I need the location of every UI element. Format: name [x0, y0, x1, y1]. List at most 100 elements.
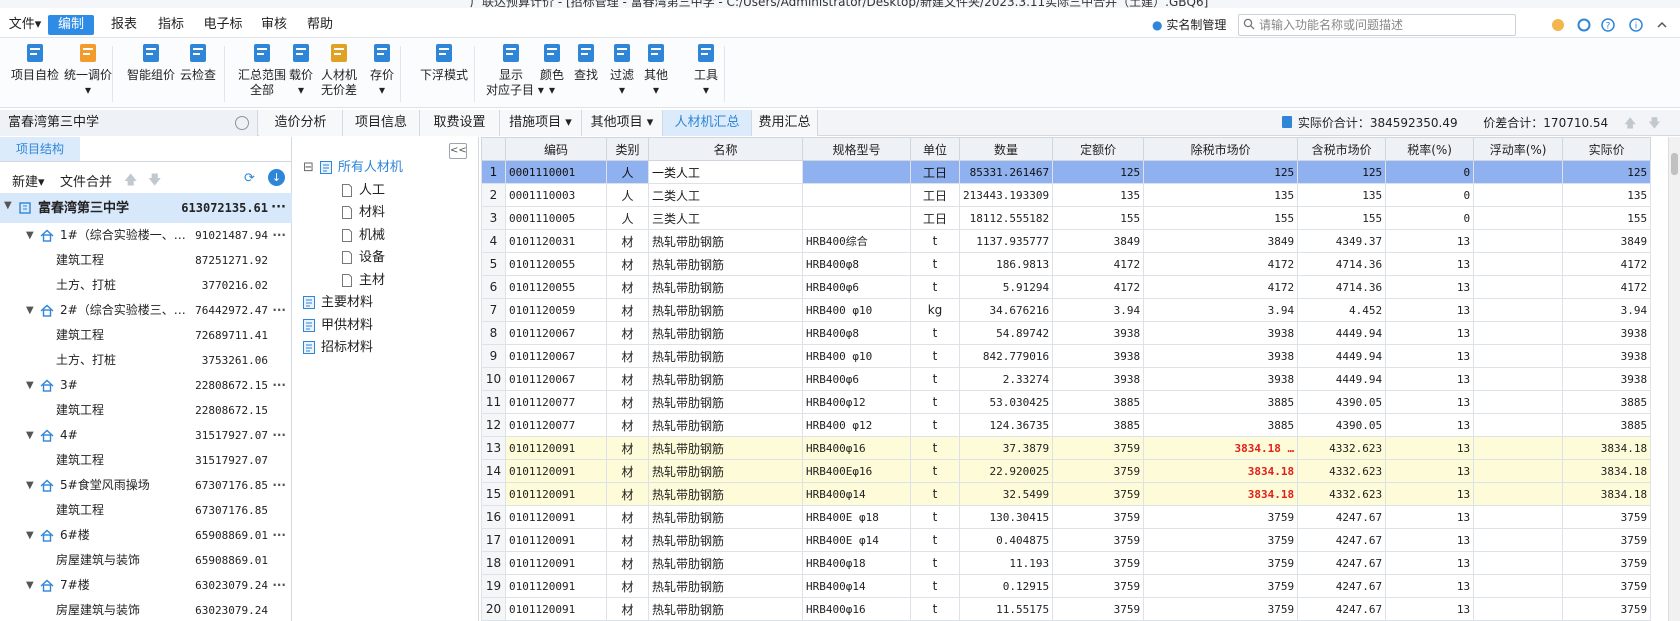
table-cell-unit[interactable]: t [910, 413, 960, 437]
table-cell-spec[interactable]: HRB400 φ10 [802, 298, 911, 322]
table-cell-unit[interactable]: 工日 [910, 206, 960, 230]
table-cell-actual[interactable]: 3759 [1562, 574, 1652, 598]
tab-view[interactable]: 项目信息 [343, 110, 420, 136]
ribbon-button[interactable]: 下浮模式 [414, 42, 474, 83]
table-cell-quota[interactable]: 3885 [1052, 390, 1145, 414]
table-row[interactable]: 11 0101120077 材热轧带肋钢筋 HRB400φ12 t 53.030425 38… [481, 390, 1652, 414]
table-cell-n[interactable]: 6 [481, 275, 506, 299]
table-cell-unit[interactable]: t [910, 321, 960, 345]
table-cell-actual[interactable]: 3834.18 [1562, 436, 1652, 460]
table-cell-extax[interactable]: 3759 [1143, 505, 1299, 529]
table-cell-qty[interactable]: 37.3879 [958, 436, 1054, 460]
table-cell-extax[interactable]: 3759 [1143, 574, 1299, 598]
table-cell-spec[interactable]: HRB400φ14 [802, 482, 911, 506]
category-item[interactable]: 招标材料 [303, 337, 373, 359]
table-cell-quota[interactable]: 4172 [1052, 252, 1145, 276]
update-icon[interactable] [1576, 17, 1592, 33]
table-cell-spec[interactable]: HRB400φ14 [802, 574, 911, 598]
table-cell-code[interactable]: 0101120031 [505, 229, 607, 253]
table-cell-quota[interactable]: 3759 [1052, 482, 1145, 506]
collapse-tree-icon[interactable]: ⊟ [303, 160, 314, 175]
table-cell-unit[interactable]: t [910, 574, 960, 598]
category-item[interactable]: 机械 [341, 225, 385, 247]
table-cell-extax[interactable]: 155 [1143, 206, 1299, 230]
ribbon-button[interactable]: 查找 [570, 42, 602, 83]
table-cell-float[interactable] [1473, 505, 1564, 529]
menu-item[interactable]: 电子标 [198, 15, 248, 35]
table-cell-code[interactable]: 0101120091 [505, 574, 607, 598]
table-cell-qty[interactable]: 213443.193309 [958, 183, 1054, 207]
table-cell-float[interactable] [1473, 275, 1564, 299]
table-row[interactable]: 17 0101120091 材热轧带肋钢筋 HRB400E φ14 t 0.404875 3… [481, 528, 1652, 552]
table-cell-extax[interactable]: 3834.18 [1143, 482, 1299, 506]
ribbon-button[interactable]: 人材机 无价差 [318, 42, 360, 98]
column-header[interactable]: 名称 [648, 137, 803, 161]
table-cell-intax[interactable]: 4332.623 [1297, 436, 1387, 460]
table-cell-spec[interactable] [802, 160, 911, 184]
table-cell-name[interactable]: 热轧带肋钢筋 [648, 436, 803, 460]
table-cell-quota[interactable]: 3938 [1052, 367, 1145, 391]
expand-icon[interactable] [1654, 17, 1670, 33]
table-cell-unit[interactable]: t [910, 597, 960, 621]
table-cell-qty[interactable]: 54.89742 [958, 321, 1054, 345]
table-cell-cat[interactable]: 材 [606, 528, 649, 552]
table-cell-n[interactable]: 7 [481, 298, 506, 322]
table-cell-actual[interactable]: 3759 [1562, 551, 1652, 575]
expand-arrow-icon[interactable]: ▼ [26, 473, 34, 498]
table-cell-n[interactable]: 16 [481, 505, 506, 529]
table-cell-quota[interactable]: 4172 [1052, 275, 1145, 299]
table-cell-cat[interactable]: 人 [606, 183, 649, 207]
table-cell-code[interactable]: 0101120091 [505, 459, 607, 483]
menu-item[interactable]: 报表 [104, 15, 144, 35]
table-cell-qty[interactable]: 34.676216 [958, 298, 1054, 322]
table-cell-name[interactable]: 热轧带肋钢筋 [648, 597, 803, 621]
table-cell-float[interactable] [1473, 321, 1564, 345]
tree-node[interactable]: 土方、打桩 3753261.06 [0, 348, 292, 373]
tree-node[interactable]: ▼ 7#楼 63023079.24 ··· [0, 573, 292, 598]
move-down-icon[interactable]: 🡇 [148, 171, 161, 193]
table-cell-spec[interactable]: HRB400φ6 [802, 275, 911, 299]
tree-node[interactable]: 建筑工程 87251271.92 [0, 248, 292, 273]
table-cell-extax[interactable]: 3885 [1143, 413, 1299, 437]
table-cell-rate[interactable]: 13 [1385, 321, 1475, 345]
table-cell-extax[interactable]: 3938 [1143, 367, 1299, 391]
table-cell-float[interactable] [1473, 252, 1564, 276]
category-item[interactable]: 主材 [341, 270, 385, 292]
table-cell-cat[interactable]: 材 [606, 275, 649, 299]
table-cell-n[interactable]: 2 [481, 183, 506, 207]
table-cell-unit[interactable]: 工日 [910, 160, 960, 184]
table-cell-quota[interactable]: 3759 [1052, 505, 1145, 529]
column-header[interactable]: 类别 [606, 137, 649, 161]
table-cell-rate[interactable]: 0 [1385, 160, 1475, 184]
more-icon[interactable]: ··· [272, 298, 286, 323]
table-cell-actual[interactable]: 3759 [1562, 505, 1652, 529]
table-row[interactable]: 19 0101120091 材热轧带肋钢筋 HRB400φ14 t 0.12915 3759… [481, 574, 1652, 598]
table-cell-spec[interactable] [802, 183, 911, 207]
table-cell-n[interactable]: 10 [481, 367, 506, 391]
table-cell-quota[interactable]: 3759 [1052, 574, 1145, 598]
expand-arrow-icon[interactable]: ▼ [26, 223, 34, 248]
table-cell-code[interactable]: 0101120067 [505, 344, 607, 368]
table-cell-float[interactable] [1473, 367, 1564, 391]
tree-root[interactable]: ▼ 富春湾第三中学 613072135.61 ··· [0, 193, 292, 223]
tree-node[interactable]: 建筑工程 72689711.41 [0, 323, 292, 348]
table-cell-quota[interactable]: 3938 [1052, 321, 1145, 345]
table-cell-spec[interactable]: HRB400综合 [802, 229, 911, 253]
table-cell-n[interactable]: 12 [481, 413, 506, 437]
table-cell-n[interactable]: 18 [481, 551, 506, 575]
table-cell-actual[interactable]: 3849 [1562, 229, 1652, 253]
ribbon-button[interactable]: 颜色 ▾ [536, 42, 568, 98]
table-cell-name[interactable]: 热轧带肋钢筋 [648, 551, 803, 575]
refresh-icon[interactable]: ⟳ [244, 171, 255, 186]
table-cell-float[interactable] [1473, 436, 1564, 460]
ribbon-button[interactable]: 显示 对应子目 ▾ [486, 42, 544, 98]
table-cell-unit[interactable]: t [910, 528, 960, 552]
table-cell-cat[interactable]: 材 [606, 321, 649, 345]
table-cell-spec[interactable]: HRB400φ16 [802, 436, 911, 460]
ribbon-button[interactable]: 统一调价 ▾ [62, 42, 114, 98]
table-cell-intax[interactable]: 4714.36 [1297, 252, 1387, 276]
table-cell-cat[interactable]: 材 [606, 229, 649, 253]
category-item[interactable]: 材料 [341, 202, 385, 224]
ribbon-button[interactable]: 项目自检 [10, 42, 60, 83]
table-cell-name[interactable]: 热轧带肋钢筋 [648, 390, 803, 414]
